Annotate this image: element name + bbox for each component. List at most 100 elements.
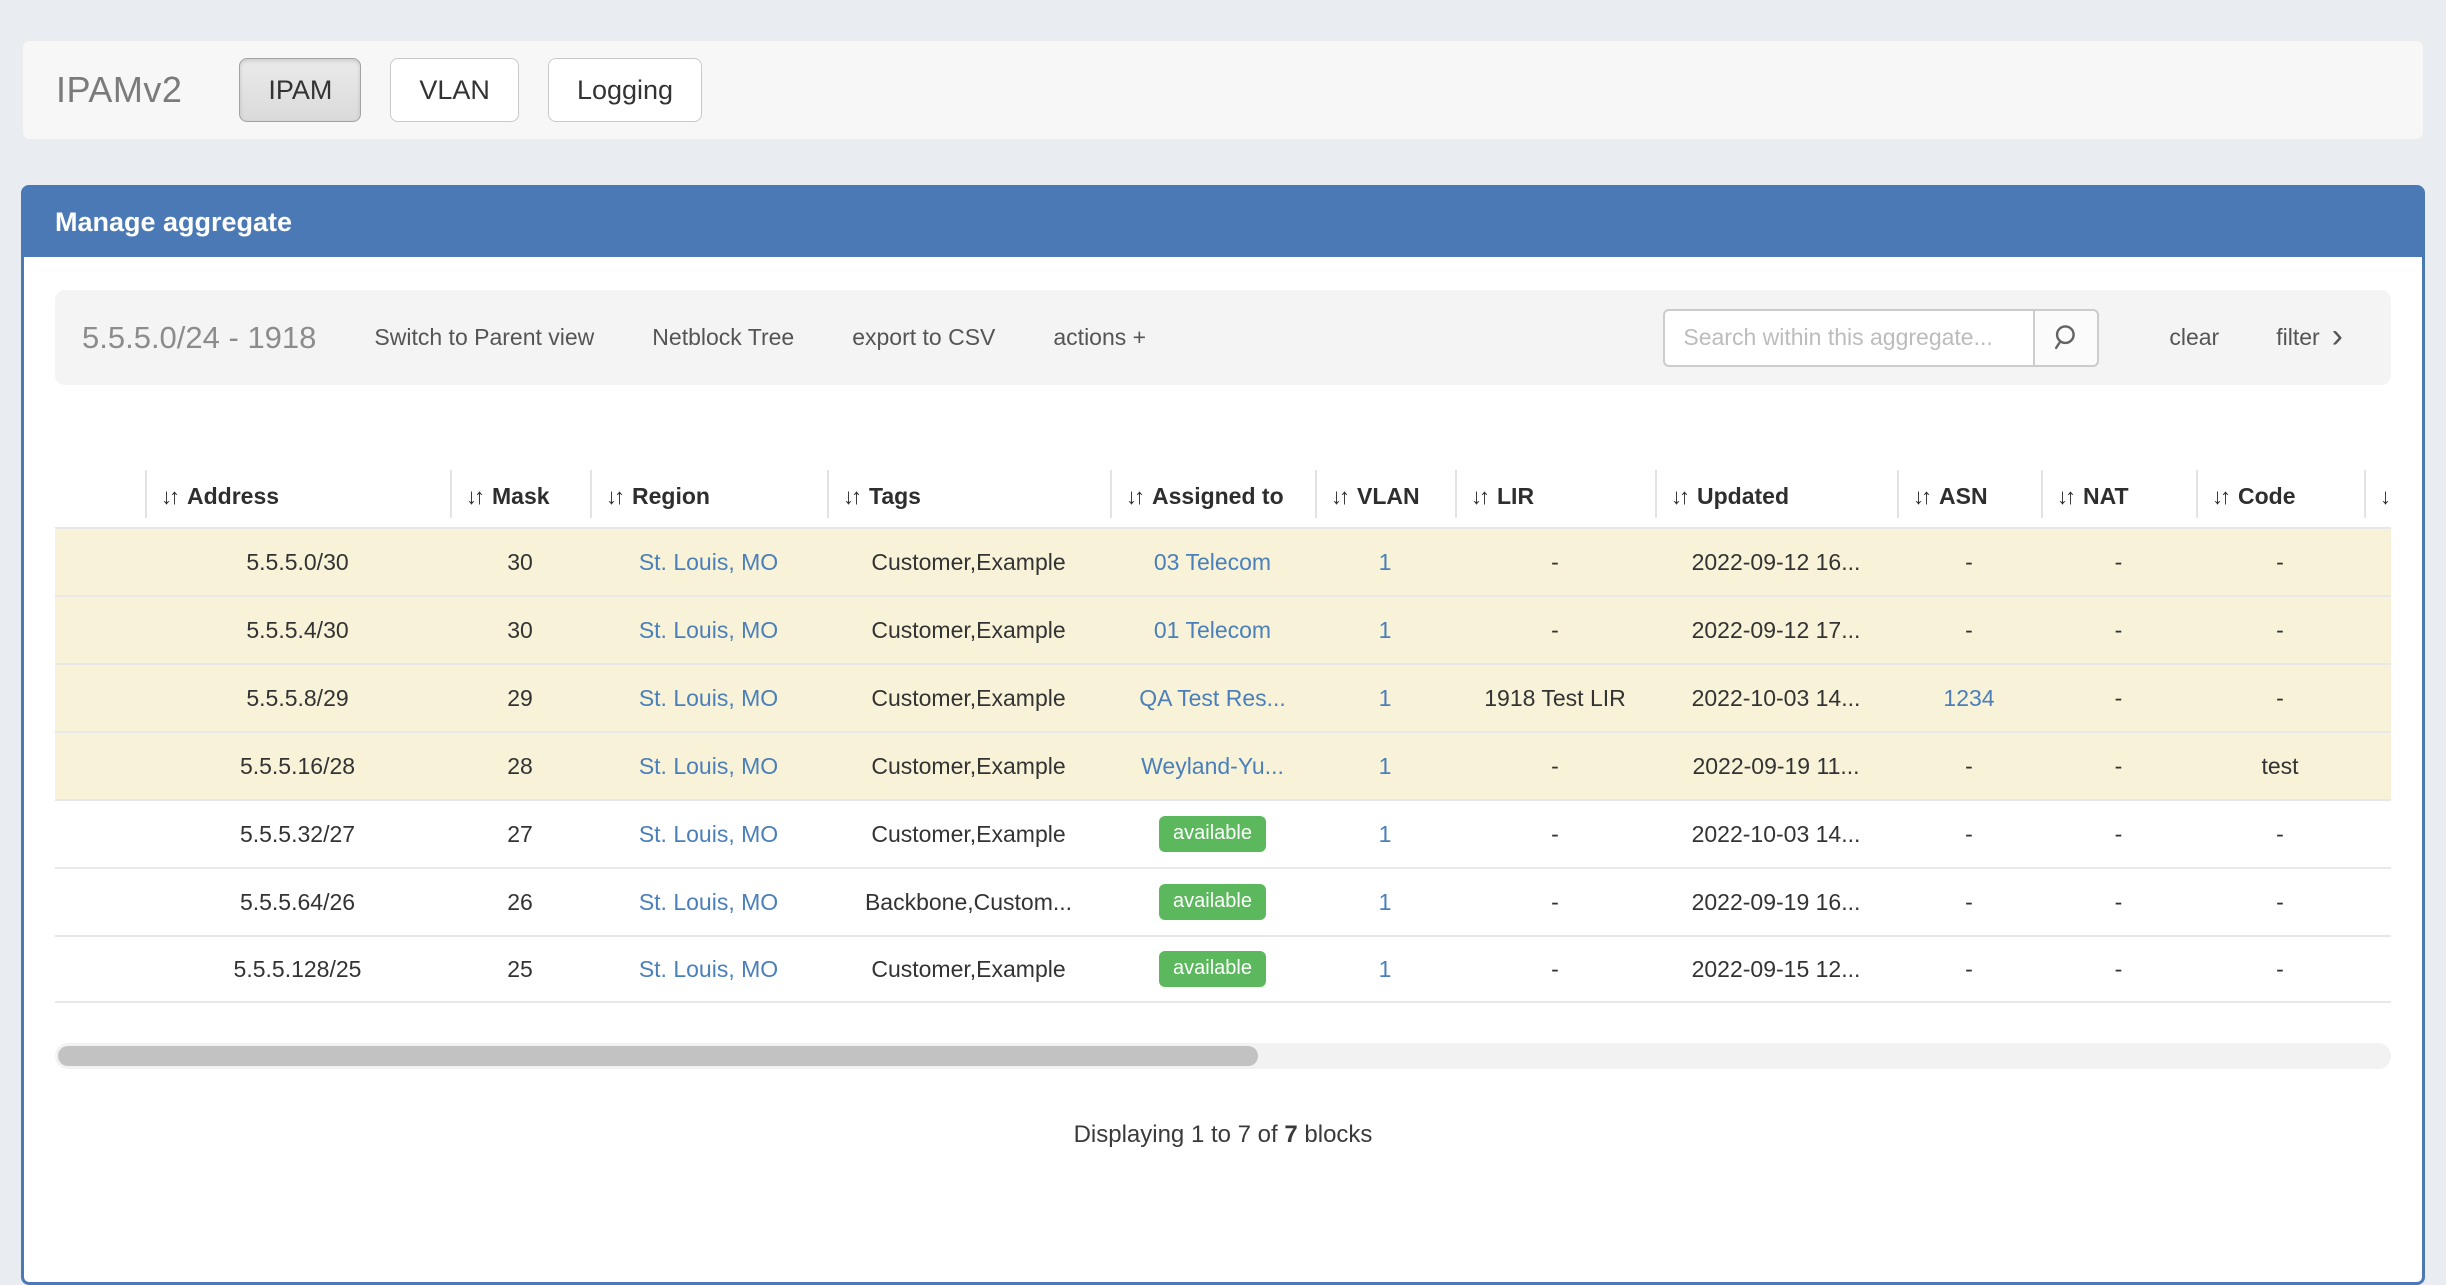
asn-link[interactable]: 1234 (1943, 685, 1994, 711)
cell-nat: - (2041, 935, 2196, 1003)
assigned-to-link[interactable]: QA Test Res... (1139, 685, 1286, 711)
vlan-link[interactable]: 1 (1379, 821, 1392, 847)
cell-lir: - (1455, 595, 1655, 663)
column-header-vlan[interactable]: ↓↑ VLAN (1315, 465, 1455, 527)
cell-updated: 2022-10-03 14... (1655, 799, 1897, 867)
tab-vlan[interactable]: VLAN (390, 58, 519, 122)
cell-address: 5.5.5.16/28 (145, 731, 450, 799)
cell-asn: 1234 (1897, 663, 2041, 731)
column-header-lir[interactable]: ↓↑ LIR (1455, 465, 1655, 527)
cell-mask: 30 (450, 527, 590, 595)
cell-asn: - (1897, 595, 2041, 663)
vlan-link[interactable]: 1 (1379, 956, 1392, 982)
available-badge[interactable]: available (1159, 951, 1266, 987)
assigned-to-link[interactable]: 03 Telecom (1154, 549, 1271, 575)
assigned-to-link[interactable]: 01 Telecom (1154, 617, 1271, 643)
column-header-nat[interactable]: ↓↑NAT (2041, 465, 2196, 527)
cell-updated: 2022-10-03 14... (1655, 663, 1897, 731)
vlan-link[interactable]: 1 (1379, 617, 1392, 643)
cell-row-select (55, 527, 145, 595)
panel-header: Manage aggregate (24, 188, 2422, 257)
cell-region: St. Louis, MO (590, 799, 827, 867)
sort-icon: ↓↑ (606, 484, 622, 509)
column-header-assigned-to[interactable]: ↓↑Assigned to (1110, 465, 1315, 527)
available-badge[interactable]: available (1159, 816, 1266, 852)
sort-icon: ↓↑ (1331, 484, 1347, 509)
region-link[interactable]: St. Louis, MO (639, 685, 778, 711)
cell-nat: - (2041, 663, 2196, 731)
column-header-extra[interactable]: ↓↑ (2364, 465, 2391, 527)
cell-updated: 2022-09-15 12... (1655, 935, 1897, 1003)
cell-asn: - (1897, 799, 2041, 867)
pagination-suffix: blocks (1304, 1121, 1372, 1148)
region-link[interactable]: St. Louis, MO (639, 549, 778, 575)
region-link[interactable]: St. Louis, MO (639, 821, 778, 847)
scrollbar-thumb[interactable] (58, 1046, 1258, 1066)
cell-updated: 2022-09-12 16... (1655, 527, 1897, 595)
cell-vlan: 1 (1315, 867, 1455, 935)
filter-link[interactable]: filter › (2276, 321, 2343, 355)
region-link[interactable]: St. Louis, MO (639, 956, 778, 982)
cell-region: St. Louis, MO (590, 527, 827, 595)
cell-extra (2364, 595, 2391, 663)
assigned-to-link[interactable]: Weyland-Yu... (1141, 753, 1284, 779)
table-row: 5.5.5.64/2626St. Louis, MOBackbone,Custo… (55, 867, 2391, 935)
vlan-link[interactable]: 1 (1379, 889, 1392, 915)
cell-lir: - (1455, 867, 1655, 935)
cell-code: test (2196, 731, 2364, 799)
blocks-table: ↓↑Address↓↑Mask ↓↑ Region ↓↑Tags↓↑Assigned … (55, 465, 2391, 1003)
column-header-updated[interactable]: ↓↑Updated (1655, 465, 1897, 527)
region-link[interactable]: St. Louis, MO (639, 753, 778, 779)
cell-tags: Customer,Example (827, 595, 1110, 663)
nav-tabs: IPAM VLAN Logging (239, 58, 702, 122)
column-label: Updated (1697, 483, 1789, 509)
column-header-mask[interactable]: ↓↑Mask (450, 465, 590, 527)
column-label: Region (632, 483, 710, 509)
vlan-link[interactable]: 1 (1379, 685, 1392, 711)
region-link[interactable]: St. Louis, MO (639, 617, 778, 643)
horizontal-scrollbar[interactable] (55, 1043, 2391, 1069)
cell-row-select (55, 935, 145, 1003)
tab-logging[interactable]: Logging (548, 58, 702, 122)
cell-tags: Customer,Example (827, 527, 1110, 595)
cell-vlan: 1 (1315, 663, 1455, 731)
cell-extra (2364, 731, 2391, 799)
cell-vlan: 1 (1315, 731, 1455, 799)
cell-row-select (55, 867, 145, 935)
actions-menu-link[interactable]: actions + (1053, 324, 1146, 351)
search-icon (2050, 322, 2082, 354)
netblock-tree-link[interactable]: Netblock Tree (652, 324, 794, 351)
search-input[interactable] (1663, 309, 2035, 367)
cell-mask: 29 (450, 663, 590, 731)
vlan-link[interactable]: 1 (1379, 753, 1392, 779)
cell-address: 5.5.5.32/27 (145, 799, 450, 867)
column-header-tags[interactable]: ↓↑Tags (827, 465, 1110, 527)
cell-lir: - (1455, 731, 1655, 799)
tab-ipam[interactable]: IPAM (239, 58, 361, 122)
column-header-asn[interactable]: ↓↑ASN (1897, 465, 2041, 527)
cell-row-select (55, 663, 145, 731)
column-label: VLAN (1357, 483, 1420, 509)
column-label: LIR (1497, 483, 1534, 509)
cell-nat: - (2041, 731, 2196, 799)
clear-link[interactable]: clear (2169, 324, 2219, 351)
sort-icon: ↓↑ (161, 484, 177, 509)
cell-extra (2364, 935, 2391, 1003)
export-to-csv-link[interactable]: export to CSV (852, 324, 995, 351)
sort-icon: ↓↑ (1471, 484, 1487, 509)
cell-row-select (55, 595, 145, 663)
column-header-address[interactable]: ↓↑Address (145, 465, 450, 527)
cell-assigned-to: QA Test Res... (1110, 663, 1315, 731)
column-header-select (55, 465, 145, 527)
search-button[interactable] (2033, 309, 2099, 367)
vlan-link[interactable]: 1 (1379, 549, 1392, 575)
switch-to-parent-view-link[interactable]: Switch to Parent view (374, 324, 594, 351)
region-link[interactable]: St. Louis, MO (639, 889, 778, 915)
sort-icon: ↓↑ (2057, 484, 2073, 509)
cell-updated: 2022-09-19 11... (1655, 731, 1897, 799)
column-header-code[interactable]: ↓↑Code (2196, 465, 2364, 527)
cell-region: St. Louis, MO (590, 731, 827, 799)
available-badge[interactable]: available (1159, 884, 1266, 920)
table-header-row: ↓↑Address↓↑Mask ↓↑ Region ↓↑Tags↓↑Assigned … (55, 465, 2391, 527)
column-header-region[interactable]: ↓↑ Region (590, 465, 827, 527)
